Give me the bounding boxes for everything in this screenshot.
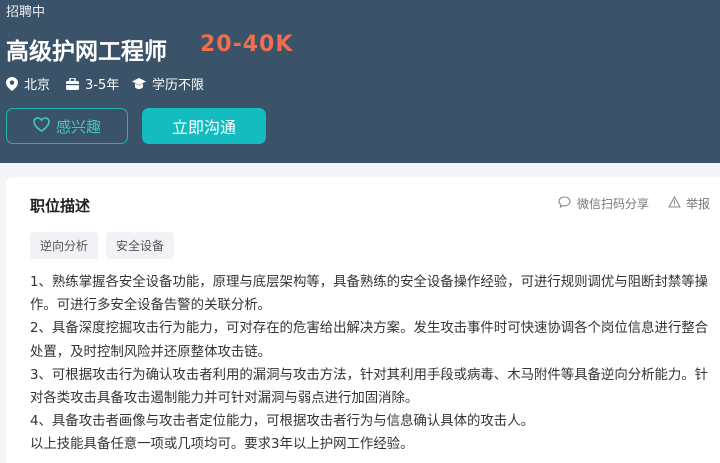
salary: 20-40K xyxy=(200,32,294,57)
description-line: 4、具备攻击者画像与攻击者定位能力，可根据攻击者行为与信息确认具体的攻击人。 xyxy=(30,414,534,430)
section-title: 职位描述 xyxy=(30,197,91,215)
location-pin-icon xyxy=(6,76,18,91)
interested-label: 感兴趣 xyxy=(55,117,101,136)
location-text: 北京 xyxy=(24,78,51,93)
experience-text: 3-5年 xyxy=(85,78,120,93)
chat-now-button[interactable]: 立即沟通 xyxy=(142,108,266,144)
report-button[interactable]: 举报 xyxy=(668,195,710,212)
skill-tags: 逆向分析 安全设备 xyxy=(30,232,175,259)
skill-tag: 安全设备 xyxy=(106,232,175,259)
job-description-text: 1、熟练掌握各安全设备功能，原理与底层架构等，具备熟练的安全设备操作经验，可进行… xyxy=(30,271,714,457)
heart-icon xyxy=(33,116,50,136)
warning-icon xyxy=(668,196,681,211)
description-line: 以上技能具备任意一项或几项均可。要求3年以上护网工作经验。 xyxy=(30,437,414,453)
interested-button[interactable]: 感兴趣 xyxy=(6,108,128,144)
job-title: 高级护网工程师 xyxy=(6,39,167,65)
share-label: 微信扫码分享 xyxy=(577,197,650,211)
wechat-share-button[interactable]: 微信扫码分享 xyxy=(558,195,649,212)
job-status: 招聘中 xyxy=(6,5,46,20)
education-text: 学历不限 xyxy=(152,78,205,93)
skill-tag: 逆向分析 xyxy=(30,232,99,259)
chat-bubble-icon xyxy=(558,196,571,211)
description-line: 1、熟练掌握各安全设备功能，原理与底层架构等，具备熟练的安全设备操作经验，可进行… xyxy=(30,275,709,314)
experience-info: 3-5年 xyxy=(66,74,119,93)
report-label: 举报 xyxy=(686,197,711,211)
briefcase-icon xyxy=(66,77,79,90)
location-info: 北京 xyxy=(6,74,50,93)
graduation-cap-icon xyxy=(132,77,146,90)
description-line: 3、可根据攻击行为确认攻击者利用的漏洞与攻击方法，针对其利用手段或病毒、木马附件… xyxy=(30,367,709,407)
job-header: 招聘中 高级护网工程师 20-40K 北京 3-5年 学历不限 感兴趣 立即沟通 xyxy=(0,0,720,163)
description-line: 2、具备深度挖掘攻击行为能力，可对存在的危害给出解决方案。发生攻击事件时可快速协… xyxy=(30,321,709,360)
chat-now-label: 立即沟通 xyxy=(171,118,236,137)
job-description-card: 职位描述 微信扫码分享 举报 逆向分析 安全设备 1、熟练掌握各安全设备功能，原… xyxy=(6,177,720,463)
education-info: 学历不限 xyxy=(132,74,204,93)
